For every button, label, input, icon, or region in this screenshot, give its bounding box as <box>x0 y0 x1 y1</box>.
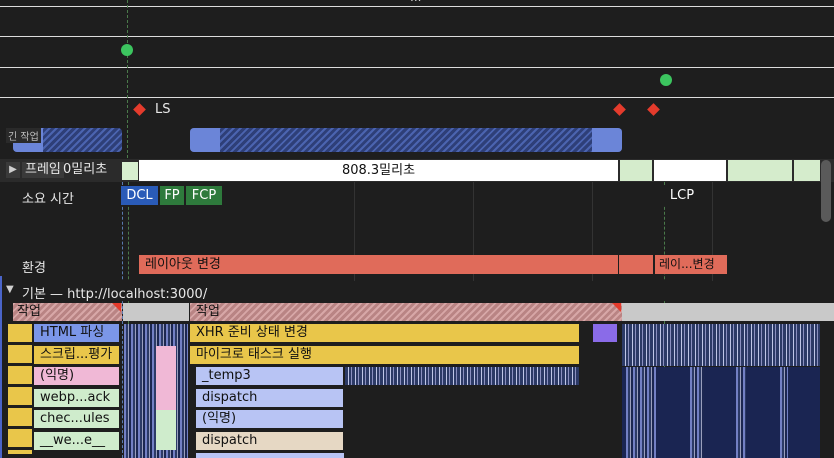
main-track-title: 기본 — http://localhost:3000/ <box>22 287 208 302</box>
task-label: 작업 <box>17 304 41 319</box>
separator <box>0 97 834 98</box>
separator <box>0 6 834 7</box>
vertical-guide <box>127 0 129 158</box>
task-bar[interactable] <box>123 303 189 321</box>
fp-marker[interactable]: FP <box>160 186 184 205</box>
event-check-rules[interactable]: chec...ules <box>34 410 120 428</box>
event-temp3[interactable]: _temp3 <box>196 367 344 385</box>
event-dispatch[interactable]: dispatch <box>196 389 344 407</box>
layout-shift-bar[interactable]: 레이...변경 <box>655 255 727 274</box>
task-label: 작업 <box>196 304 220 319</box>
lcp-marker[interactable]: LCP <box>664 186 700 205</box>
timings-row-label: 소요 시간 <box>22 192 74 207</box>
paint-marker-dot[interactable] <box>121 44 133 56</box>
long-task-flag <box>112 303 121 312</box>
long-task-bar[interactable] <box>190 128 622 152</box>
frame-idle[interactable] <box>620 160 652 181</box>
separator <box>0 67 834 68</box>
event-stripes[interactable] <box>690 367 704 458</box>
event-webpack[interactable]: webp...ack <box>34 389 120 407</box>
long-task-head <box>190 128 220 152</box>
long-task-label: 긴 작업 <box>6 128 41 143</box>
event-small[interactable] <box>8 324 32 454</box>
event-anonymous-2[interactable]: (익명) <box>196 410 344 428</box>
event-stripes[interactable] <box>736 367 746 458</box>
event-html-parse[interactable]: HTML 파싱 <box>34 324 120 342</box>
task-bar[interactable] <box>190 303 622 321</box>
event-webpack-require[interactable]: __we...e__ <box>34 432 120 450</box>
event-purple[interactable] <box>593 324 617 342</box>
frame-first[interactable]: 0밀리초 <box>63 162 107 178</box>
event-green[interactable] <box>156 410 176 450</box>
layout-shift-marker[interactable] <box>133 103 146 116</box>
collapse-icon[interactable]: ▼ <box>6 284 14 295</box>
layout-shift-marker[interactable] <box>647 103 660 116</box>
frame-idle[interactable] <box>794 160 820 181</box>
long-task-flag <box>612 303 621 312</box>
separator <box>0 36 834 37</box>
event-child[interactable] <box>196 453 344 458</box>
main-track-left-border <box>0 276 2 458</box>
event-stripes[interactable] <box>345 367 579 385</box>
event-xhr-ready-state[interactable]: XHR 준비 상태 변경 <box>190 324 580 342</box>
frames-expand-icon[interactable]: ▶ <box>6 162 20 178</box>
scrollbar-thumb[interactable] <box>821 160 831 222</box>
frames-row-label: 프레임 <box>22 162 64 178</box>
frame-white[interactable] <box>654 160 726 181</box>
event-script-eval[interactable]: 스크립...평가 <box>34 346 120 364</box>
frame-small[interactable] <box>122 162 138 180</box>
event-stripes[interactable] <box>780 367 788 458</box>
lcp-marker-dot[interactable] <box>660 74 672 86</box>
frame-main[interactable]: 808.3밀리초 <box>139 160 618 181</box>
dcl-marker[interactable]: DCL <box>121 186 158 205</box>
layout-shift-bar[interactable] <box>619 255 653 274</box>
ls-label: LS <box>155 102 171 117</box>
frame-idle[interactable] <box>728 160 792 181</box>
event-stripes[interactable] <box>622 324 820 366</box>
event-microtask[interactable]: 마이크로 태스크 실행 <box>190 346 580 364</box>
overview-dots: ... <box>410 0 421 4</box>
event-dispatch-2[interactable]: dispatch <box>196 432 344 450</box>
layout-shift-bar[interactable]: 레이아웃 변경 <box>139 255 618 274</box>
layout-shift-row-label: 환경 <box>22 261 46 276</box>
long-task-tail <box>592 128 622 152</box>
event-anonymous[interactable]: (익명) <box>34 367 120 385</box>
event-stripes[interactable] <box>626 367 656 458</box>
fcp-marker[interactable]: FCP <box>186 186 222 205</box>
layout-shift-marker[interactable] <box>613 103 626 116</box>
task-bar[interactable] <box>622 303 834 321</box>
